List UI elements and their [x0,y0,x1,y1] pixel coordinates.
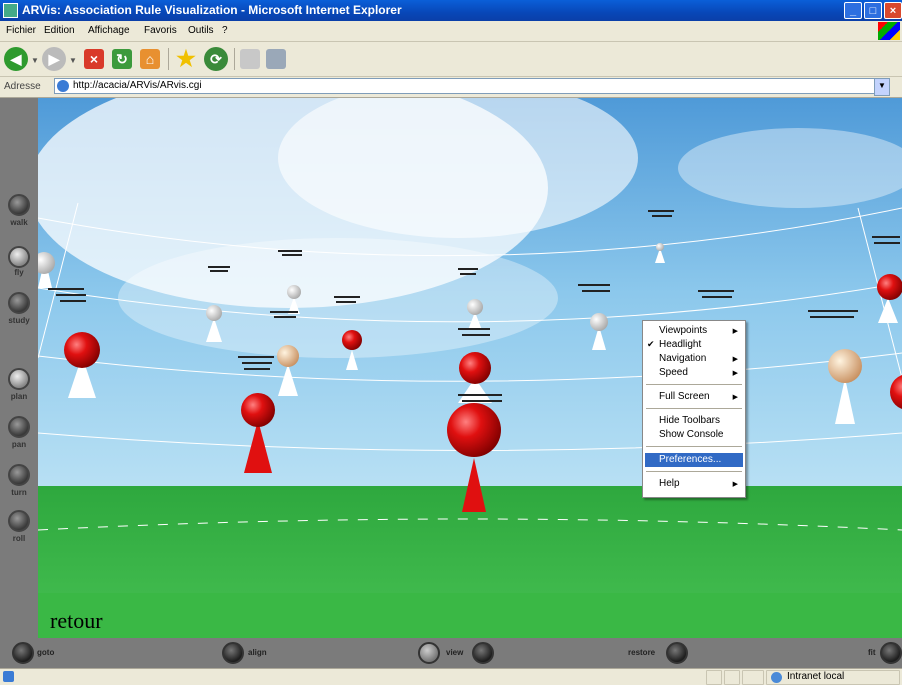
address-label: Adresse [4,81,41,92]
retour-link: retour [50,608,103,633]
goto-label[interactable]: goto [37,648,54,657]
checkmark-icon: ✔ [647,339,655,349]
menu-help[interactable]: ? [222,25,228,36]
pan-icon[interactable] [8,416,30,438]
status-pane [742,670,764,685]
menu-headlight[interactable]: Headlight [659,339,701,350]
page-status-icon [3,671,14,682]
status-pane [724,670,740,685]
fly-label[interactable]: fly [0,268,38,277]
turn-icon[interactable] [8,464,30,486]
view-label[interactable]: view [446,648,463,657]
left-nav-panel: walk fly study plan pan turn roll [0,98,38,638]
mail-icon[interactable] [240,49,260,69]
menu-outils[interactable]: Outils [188,25,214,36]
windows-logo-icon [878,22,900,40]
context-menu: Viewpoints ▶ ✔ Headlight Navigation ▶ Sp… [642,320,746,498]
submenu-arrow-icon: ▶ [732,356,738,363]
address-dropdown-icon[interactable]: ▼ [874,78,890,96]
title-bar: ARVis: Association Rule Visualization - … [0,0,902,21]
view-prev-icon[interactable] [418,642,440,664]
refresh-icon[interactable]: ↻ [112,49,132,69]
menu-favoris[interactable]: Favoris [144,25,177,36]
plan-icon[interactable] [8,368,30,390]
vrml-scene-viewport[interactable]: retour Viewpoints ▶ ✔ Headlight Navigati… [38,98,902,638]
menu-navigation[interactable]: Navigation [659,353,706,364]
submenu-arrow-icon: ▶ [732,394,738,401]
toolbar-separator [168,48,169,70]
ie-app-icon [3,3,18,18]
fly-icon[interactable] [8,246,30,268]
goto-icon[interactable] [12,642,34,664]
home-icon[interactable]: ⌂ [140,49,160,69]
walk-label[interactable]: walk [0,218,38,227]
zone-pane: Intranet local [766,670,900,685]
intranet-icon [771,672,782,683]
menu-affichage[interactable]: Affichage [88,25,130,36]
close-icon[interactable]: × [884,2,902,19]
menu-separator [646,471,742,472]
turn-label[interactable]: turn [0,488,38,497]
stop-icon[interactable]: × [84,49,104,69]
forward-icon[interactable]: ▶ [42,47,66,71]
menu-separator [646,446,742,447]
favorites-icon[interactable]: ★ [174,46,198,71]
menu-speed[interactable]: Speed [659,367,688,378]
page-icon [57,80,69,92]
menu-separator [646,408,742,409]
bottom-nav-bar: goto align view restore fit [0,638,902,668]
menu-hide-toolbars[interactable]: Hide Toolbars [659,415,720,426]
back-icon[interactable]: ◀ [4,47,28,71]
submenu-arrow-icon: ▶ [732,370,738,377]
plan-label[interactable]: plan [0,392,38,401]
window-title: ARVis: Association Rule Visualization - … [22,3,402,17]
forward-dropdown-icon[interactable]: ▼ [69,56,77,65]
menu-help[interactable]: Help [659,478,680,489]
toolbar: ◀ ▼ ▶ ▼ × ↻ ⌂ ★ ⟳ [0,42,902,77]
menu-edition[interactable]: Edition [44,25,75,36]
print-icon[interactable] [266,49,286,69]
menu-separator [646,384,742,385]
study-label[interactable]: study [0,316,38,325]
history-icon[interactable]: ⟳ [204,47,228,71]
zone-label: Intranet local [787,671,845,682]
restore-icon[interactable] [666,642,688,664]
roll-icon[interactable] [8,510,30,532]
fit-icon[interactable] [880,642,902,664]
study-icon[interactable] [8,292,30,314]
status-bar: Intranet local [0,668,902,685]
toolbar-separator [234,48,235,70]
menu-viewpoints[interactable]: Viewpoints [659,325,707,336]
align-label[interactable]: align [248,648,267,657]
pan-label[interactable]: pan [0,440,38,449]
submenu-arrow-icon: ▶ [732,481,738,488]
ground-front [38,593,902,638]
menu-fichier[interactable]: Fichier [6,25,36,36]
view-next-icon[interactable] [472,642,494,664]
maximize-icon[interactable]: □ [864,2,882,19]
restore-label[interactable]: restore [628,648,655,657]
fit-label[interactable]: fit [868,648,876,657]
menu-full-screen[interactable]: Full Screen [659,391,710,402]
roll-label[interactable]: roll [0,534,38,543]
status-pane [706,670,722,685]
scene-svg[interactable]: retour [38,98,902,638]
address-bar: Adresse http://acacia/ARVis/ARvis.cgi ▼ [0,77,902,98]
minimize-icon[interactable]: _ [844,2,862,19]
address-url[interactable]: http://acacia/ARVis/ARvis.cgi [73,80,202,91]
menu-preferences[interactable]: Preferences... [659,454,721,465]
menu-show-console[interactable]: Show Console [659,429,723,440]
back-dropdown-icon[interactable]: ▼ [31,56,39,65]
menu-bar: Fichier Edition Affichage Favoris Outils… [0,21,902,42]
submenu-arrow-icon: ▶ [732,328,738,335]
address-input[interactable]: http://acacia/ARVis/ARvis.cgi ▼ [54,78,890,96]
walk-icon[interactable] [8,194,30,216]
align-icon[interactable] [222,642,244,664]
